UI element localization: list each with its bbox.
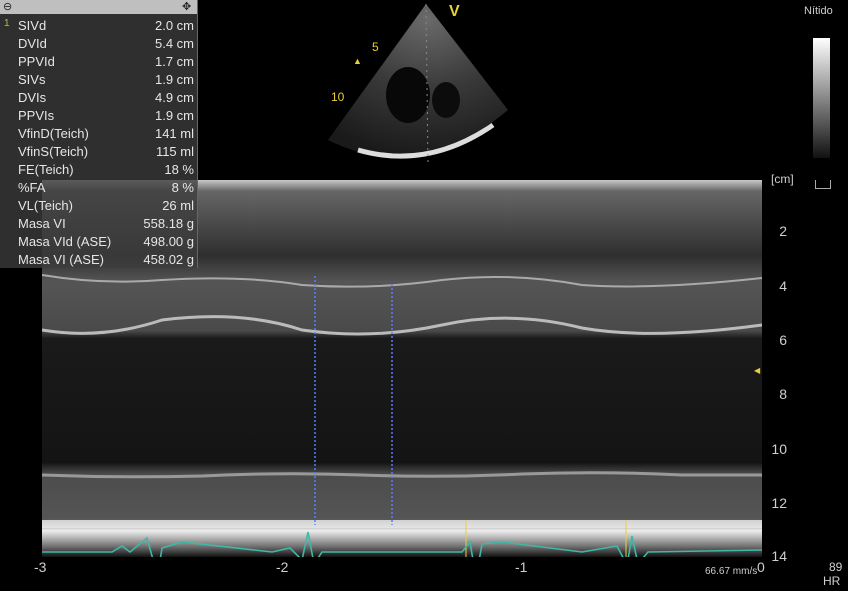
sector-focus-marker-icon: ▲ xyxy=(353,56,362,66)
measurement-row: DVId 5.4 cm xyxy=(0,36,197,54)
time-tick-minus2: -2 xyxy=(276,559,289,575)
measurement-results-panel[interactable]: ⊖ ✥ 1 SIVd 2.0 cm DVId 5.4 cm PPVId 1.7 cm … xyxy=(0,0,198,268)
heart-rate-value: 89 xyxy=(829,560,843,574)
measurement-label: FE(Teich) xyxy=(18,162,74,177)
measurement-value: 1.7 cm xyxy=(154,54,194,69)
measurement-value: 18 % xyxy=(164,162,194,177)
measurement-label: DVId xyxy=(18,36,47,51)
lv-cavity xyxy=(386,67,430,123)
sector-2d-image xyxy=(328,3,508,166)
measurement-row: PPVIs 1.9 cm xyxy=(0,108,197,126)
collapse-icon[interactable]: ⊖ xyxy=(3,1,12,13)
time-tick-0: 0 xyxy=(757,559,765,575)
measurement-value: 458.02 g xyxy=(143,252,194,267)
measurement-row: VfinD(Teich) 141 ml xyxy=(0,126,197,144)
measurement-row: Masa VI (ASE) 458.02 g xyxy=(0,252,197,268)
measurement-label: VfinD(Teich) xyxy=(18,126,89,141)
probe-marker: V xyxy=(449,3,460,20)
depth-tick-6: 6 xyxy=(779,332,787,348)
measurement-row: SIVs 1.9 cm xyxy=(0,72,197,90)
heart-rate-label: HR xyxy=(823,574,841,588)
measurement-value: 26 ml xyxy=(162,198,194,213)
measurement-row: DVIs 4.9 cm xyxy=(0,90,197,108)
depth-tick-4: 4 xyxy=(779,278,787,294)
move-icon[interactable]: ✥ xyxy=(182,1,191,13)
measurement-label: Masa VI xyxy=(18,216,66,231)
image-preset-label: Nítido xyxy=(804,5,833,17)
depth-tick-10: 10 xyxy=(771,441,787,457)
measurement-value: 115 ml xyxy=(155,144,194,159)
depth-unit-label: [cm] xyxy=(771,172,794,186)
measurement-value: 2.0 cm xyxy=(154,18,194,33)
gray-bar-bracket xyxy=(815,180,831,189)
time-tick-minus1: -1 xyxy=(515,559,528,575)
measurement-row: PPVId 1.7 cm xyxy=(0,54,197,72)
measurement-value: 1.9 cm xyxy=(154,72,194,87)
measurement-label: SIVd xyxy=(18,18,47,33)
measurement-value: 141 ml xyxy=(154,126,194,141)
pericardium-band xyxy=(42,520,762,528)
sector-depth-5: 5 xyxy=(372,40,379,54)
measurement-value: 558.18 g xyxy=(143,216,194,231)
time-tick-minus3: -3 xyxy=(34,559,47,575)
measurement-value: 498.00 g xyxy=(143,234,194,249)
measurement-label: %FA xyxy=(18,180,46,195)
measurement-value: 1.9 cm xyxy=(154,108,194,123)
depth-tick-12: 12 xyxy=(771,495,787,511)
measurement-value: 8 % xyxy=(171,180,194,195)
measurement-row: SIVd 2.0 cm xyxy=(0,18,197,36)
measurement-panel-header[interactable]: ⊖ ✥ xyxy=(0,0,197,14)
measurement-label: VL(Teich) xyxy=(18,198,73,213)
measurement-row: VfinS(Teich) 115 ml xyxy=(0,144,197,162)
measurement-label: PPVId xyxy=(18,54,55,69)
measurement-value: 5.4 cm xyxy=(154,36,194,51)
measurement-label: Masa VId (ASE) xyxy=(18,234,112,249)
measurement-row: FE(Teich) 18 % xyxy=(0,162,197,180)
sweep-speed: 66.67 mm/s xyxy=(705,566,758,577)
measurement-value: 4.9 cm xyxy=(154,90,194,105)
measurement-label: SIVs xyxy=(18,72,46,87)
measurement-label: PPVIs xyxy=(18,108,55,123)
depth-tick-14: 14 xyxy=(771,548,787,564)
measurement-row: Masa VI 558.18 g xyxy=(0,216,197,234)
depth-tick-2: 2 xyxy=(779,223,787,239)
measurement-label: DVIs xyxy=(18,90,47,105)
focus-marker-icon: ◀ xyxy=(754,366,761,375)
measurement-label: VfinS(Teich) xyxy=(18,144,89,159)
depth-tick-8: 8 xyxy=(779,386,787,402)
la-cavity xyxy=(432,82,460,118)
grayscale-bar xyxy=(813,38,830,158)
sector-depth-10: 10 xyxy=(331,90,345,104)
measurement-label: Masa VI (ASE) xyxy=(18,252,104,267)
measurement-row: VL(Teich) 26 ml xyxy=(0,198,197,216)
measurement-row: Masa VId (ASE) 498.00 g xyxy=(0,234,197,252)
measurement-row: %FA 8 % xyxy=(0,180,197,198)
